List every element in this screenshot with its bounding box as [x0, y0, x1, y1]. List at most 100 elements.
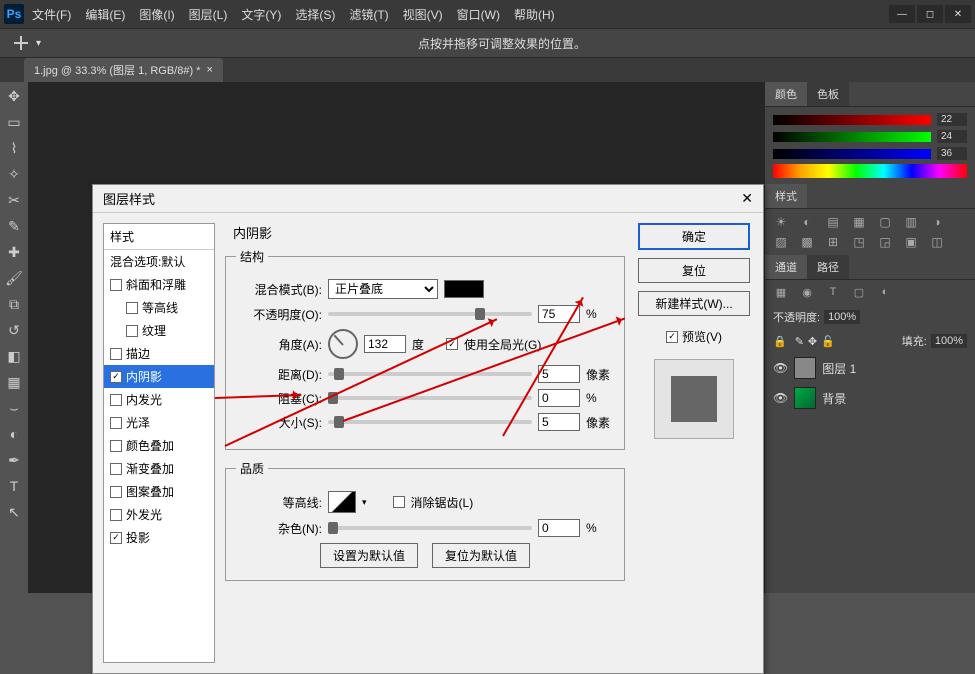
inner-shadow-item[interactable]: 内阴影: [104, 365, 214, 388]
checkbox[interactable]: [126, 302, 138, 314]
opacity-input[interactable]: [538, 305, 580, 323]
g-slider[interactable]: [773, 132, 931, 142]
close-window-button[interactable]: ✕: [945, 5, 971, 23]
gradient-overlay-item[interactable]: 渐变叠加: [104, 457, 214, 480]
adj-icon[interactable]: ◲: [875, 235, 895, 249]
eyedropper-tool[interactable]: ✎: [3, 216, 25, 236]
size-slider[interactable]: [328, 420, 532, 424]
adj-icon[interactable]: ☀: [771, 215, 791, 229]
contour-picker[interactable]: [328, 491, 356, 513]
adj-icon[interactable]: ▤: [823, 215, 843, 229]
outer-glow-item[interactable]: 外发光: [104, 503, 214, 526]
menu-image[interactable]: 图像(I): [139, 6, 174, 23]
swatches-panel-tab[interactable]: 色板: [807, 82, 849, 106]
g-value[interactable]: 24: [937, 130, 967, 143]
color-swatch[interactable]: [444, 280, 484, 298]
layer-name[interactable]: 背景: [822, 390, 846, 407]
move-tool[interactable]: ✥: [3, 86, 25, 106]
blend-mode-select[interactable]: 正片叠底: [328, 279, 438, 299]
adj-icon[interactable]: ◑: [927, 215, 947, 229]
checkbox[interactable]: [110, 463, 122, 475]
size-input[interactable]: [538, 413, 580, 431]
checkbox[interactable]: [110, 279, 122, 291]
paths-panel-tab[interactable]: 路径: [807, 255, 849, 279]
menu-edit[interactable]: 编辑(E): [85, 6, 125, 23]
lasso-tool[interactable]: ⌇: [3, 138, 25, 158]
adj-icon[interactable]: ⊞: [823, 235, 843, 249]
layer-filter-icon[interactable]: T: [823, 286, 843, 299]
angle-input[interactable]: [364, 335, 406, 353]
history-brush-tool[interactable]: ↺: [3, 320, 25, 340]
crop-tool[interactable]: ✂: [3, 190, 25, 210]
checkbox[interactable]: [110, 394, 122, 406]
distance-input[interactable]: [538, 365, 580, 383]
layer-name[interactable]: 图层 1: [822, 360, 856, 377]
b-value[interactable]: 36: [937, 147, 967, 160]
checkbox[interactable]: [110, 417, 122, 429]
noise-input[interactable]: [538, 519, 580, 537]
adj-icon[interactable]: ▣: [901, 235, 921, 249]
marquee-tool[interactable]: ▭: [3, 112, 25, 132]
r-value[interactable]: 22: [937, 113, 967, 126]
pen-tool[interactable]: ✒: [3, 450, 25, 470]
document-tab[interactable]: 1.jpg @ 33.3% (图层 1, RGB/8#) * ×: [24, 58, 223, 82]
menu-layer[interactable]: 图层(L): [189, 6, 228, 23]
noise-slider[interactable]: [328, 526, 532, 530]
drop-shadow-item[interactable]: 投影: [104, 526, 214, 549]
choke-slider[interactable]: [328, 396, 532, 400]
close-tab-icon[interactable]: ×: [206, 64, 212, 76]
dialog-titlebar[interactable]: 图层样式 ✕: [93, 185, 763, 213]
reset-button[interactable]: 复位: [638, 258, 750, 283]
wand-tool[interactable]: ✧: [3, 164, 25, 184]
distance-slider[interactable]: [328, 372, 532, 376]
opacity-value[interactable]: 100%: [824, 310, 860, 324]
layer-row[interactable]: 👁 背景: [765, 383, 975, 413]
menu-view[interactable]: 视图(V): [403, 6, 443, 23]
reset-default-button[interactable]: 复位为默认值: [432, 543, 530, 568]
maximize-button[interactable]: ◻: [917, 5, 943, 23]
antialias-checkbox[interactable]: [393, 496, 405, 508]
brush-tool[interactable]: 🖌: [3, 268, 25, 288]
adj-icon[interactable]: ▨: [771, 235, 791, 249]
checkbox[interactable]: [110, 348, 122, 360]
inner-glow-item[interactable]: 内发光: [104, 388, 214, 411]
menu-filter[interactable]: 滤镜(T): [349, 6, 388, 23]
stroke-item[interactable]: 描边: [104, 342, 214, 365]
type-tool[interactable]: T: [3, 476, 25, 496]
style-list-header[interactable]: 样式: [104, 224, 214, 250]
blend-options-item[interactable]: 混合选项:默认: [104, 250, 214, 273]
preview-checkbox[interactable]: [666, 331, 678, 343]
opacity-slider[interactable]: [328, 312, 532, 316]
color-panel-tab[interactable]: 颜色: [765, 82, 807, 106]
path-select-tool[interactable]: ↖: [3, 502, 25, 522]
dodge-tool[interactable]: ◐: [3, 424, 25, 444]
bevel-item[interactable]: 斜面和浮雕: [104, 273, 214, 296]
set-default-button[interactable]: 设置为默认值: [320, 543, 418, 568]
checkbox[interactable]: [126, 325, 138, 337]
gradient-tool[interactable]: ▦: [3, 372, 25, 392]
menu-help[interactable]: 帮助(H): [514, 6, 555, 23]
color-spectrum[interactable]: [773, 164, 967, 178]
menu-select[interactable]: 选择(S): [295, 6, 335, 23]
global-light-checkbox[interactable]: [446, 338, 458, 350]
layer-row[interactable]: 👁 图层 1: [765, 353, 975, 383]
ok-button[interactable]: 确定: [638, 223, 750, 250]
pattern-overlay-item[interactable]: 图案叠加: [104, 480, 214, 503]
fill-value[interactable]: 100%: [931, 334, 967, 348]
contour-item[interactable]: 等高线: [104, 296, 214, 319]
satin-item[interactable]: 光泽: [104, 411, 214, 434]
r-slider[interactable]: [773, 115, 931, 125]
angle-dial[interactable]: [328, 329, 358, 359]
layer-filter-icon[interactable]: ◐: [875, 286, 895, 299]
minimize-button[interactable]: —: [889, 5, 915, 23]
choke-input[interactable]: [538, 389, 580, 407]
adj-icon[interactable]: ◫: [927, 235, 947, 249]
heal-tool[interactable]: ✚: [3, 242, 25, 262]
stamp-tool[interactable]: ⧉: [3, 294, 25, 314]
checkbox[interactable]: [110, 486, 122, 498]
adj-icon[interactable]: ▩: [797, 235, 817, 249]
texture-item[interactable]: 纹理: [104, 319, 214, 342]
eraser-tool[interactable]: ◧: [3, 346, 25, 366]
adj-icon[interactable]: ◐: [797, 215, 817, 229]
layer-filter-icon[interactable]: ▦: [771, 286, 791, 299]
